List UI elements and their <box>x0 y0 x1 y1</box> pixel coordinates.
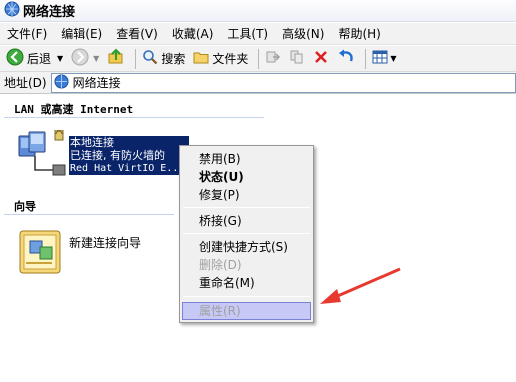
menu-item-status[interactable]: 状态(U) <box>199 168 244 186</box>
move-to-button[interactable] <box>263 48 283 70</box>
views-dropdown-icon[interactable]: ▼ <box>390 54 396 63</box>
connection-device: Red Hat VirtIO E... <box>70 163 185 174</box>
connection-status: 已连接, 有防火墙的 <box>70 149 165 162</box>
menu-favorites[interactable]: 收藏(A) <box>165 23 221 45</box>
menu-item-rename[interactable]: 重命名(M) <box>199 274 255 292</box>
back-label: 后退 <box>27 52 52 66</box>
menu-separator <box>183 207 310 208</box>
delete-x-icon <box>313 49 329 68</box>
address-input[interactable]: 网络连接 <box>50 72 516 93</box>
new-connection-wizard-label[interactable]: 新建连接向导 <box>69 234 141 251</box>
toolbar-separator <box>135 48 137 69</box>
back-arrow-icon <box>6 48 24 69</box>
menu-item-repair[interactable]: 修复(P) <box>199 186 240 204</box>
forward-arrow-icon <box>71 48 89 69</box>
toolbar: 后退 ▼ ▼ 搜索 文件夹 ▼ <box>0 46 516 72</box>
views-grid-icon <box>372 49 388 68</box>
menu-file[interactable]: 文件(F) <box>0 23 54 45</box>
undo-button[interactable] <box>335 48 357 70</box>
menu-item-create-shortcut[interactable]: 创建快捷方式(S) <box>199 238 288 256</box>
local-connection-label[interactable]: 本地连接 已连接, 有防火墙的 Red Hat VirtIO E... <box>69 136 189 175</box>
folder-icon <box>193 49 209 68</box>
folders-button[interactable]: 文件夹 <box>191 48 250 70</box>
copy-to-button[interactable] <box>287 48 307 70</box>
menu-separator <box>183 296 310 297</box>
group-header-wizard: 向导 <box>14 200 36 213</box>
network-folder-icon <box>54 73 69 92</box>
move-to-icon <box>265 49 281 68</box>
address-bar: 地址(D) 网络连接 <box>0 72 516 94</box>
group-header-lan: LAN 或高速 Internet <box>14 103 134 116</box>
address-value: 网络连接 <box>72 76 121 90</box>
menu-view[interactable]: 查看(V) <box>109 23 165 45</box>
menu-help[interactable]: 帮助(H) <box>331 23 387 45</box>
menu-bar: 文件(F) 编辑(E) 查看(V) 收藏(A) 工具(T) 高级(N) 帮助(H… <box>0 23 516 45</box>
title-bar: 网络连接 <box>0 0 516 22</box>
forward-button[interactable]: ▼ <box>69 48 101 70</box>
toolbar-separator <box>365 48 367 69</box>
local-connection-icon[interactable] <box>15 129 67 185</box>
search-button[interactable]: 搜索 <box>140 48 187 70</box>
window-title: 网络连接 <box>23 5 76 20</box>
menu-edit[interactable]: 编辑(E) <box>54 23 109 45</box>
menu-tools[interactable]: 工具(T) <box>220 23 275 45</box>
menu-item-delete: 删除(D) <box>199 258 242 272</box>
delete-button[interactable] <box>311 48 331 70</box>
menu-item-disable[interactable]: 禁用(B) <box>199 150 241 168</box>
menu-separator <box>183 233 310 234</box>
back-dropdown-icon[interactable]: ▼ <box>57 54 63 63</box>
menu-item-properties[interactable]: 属性(R) <box>199 302 241 320</box>
group-divider <box>4 214 174 215</box>
up-folder-button[interactable] <box>105 48 127 70</box>
menu-item-bridge[interactable]: 桥接(G) <box>199 212 242 230</box>
red-arrow-annotation <box>315 265 405 313</box>
folders-label: 文件夹 <box>212 52 249 66</box>
copy-to-icon <box>289 49 305 68</box>
back-button[interactable]: 后退 ▼ <box>4 48 65 70</box>
network-folder-icon <box>4 1 20 20</box>
connection-name: 本地连接 <box>70 136 114 149</box>
menu-advanced[interactable]: 高级(N) <box>275 23 331 45</box>
up-folder-icon <box>107 48 125 69</box>
group-divider <box>4 117 264 118</box>
views-button[interactable]: ▼ <box>370 48 398 70</box>
address-label: 地址(D) <box>4 76 47 90</box>
undo-icon <box>337 49 355 68</box>
context-menu: 禁用(B) 状态(U) 修复(P) 桥接(G) 创建快捷方式(S) 删除(D) … <box>179 145 314 323</box>
toolbar-separator <box>258 48 260 69</box>
search-label: 搜索 <box>161 52 186 66</box>
new-connection-wizard-icon[interactable] <box>18 227 64 278</box>
forward-dropdown-icon[interactable]: ▼ <box>93 54 99 63</box>
search-icon <box>142 49 158 68</box>
